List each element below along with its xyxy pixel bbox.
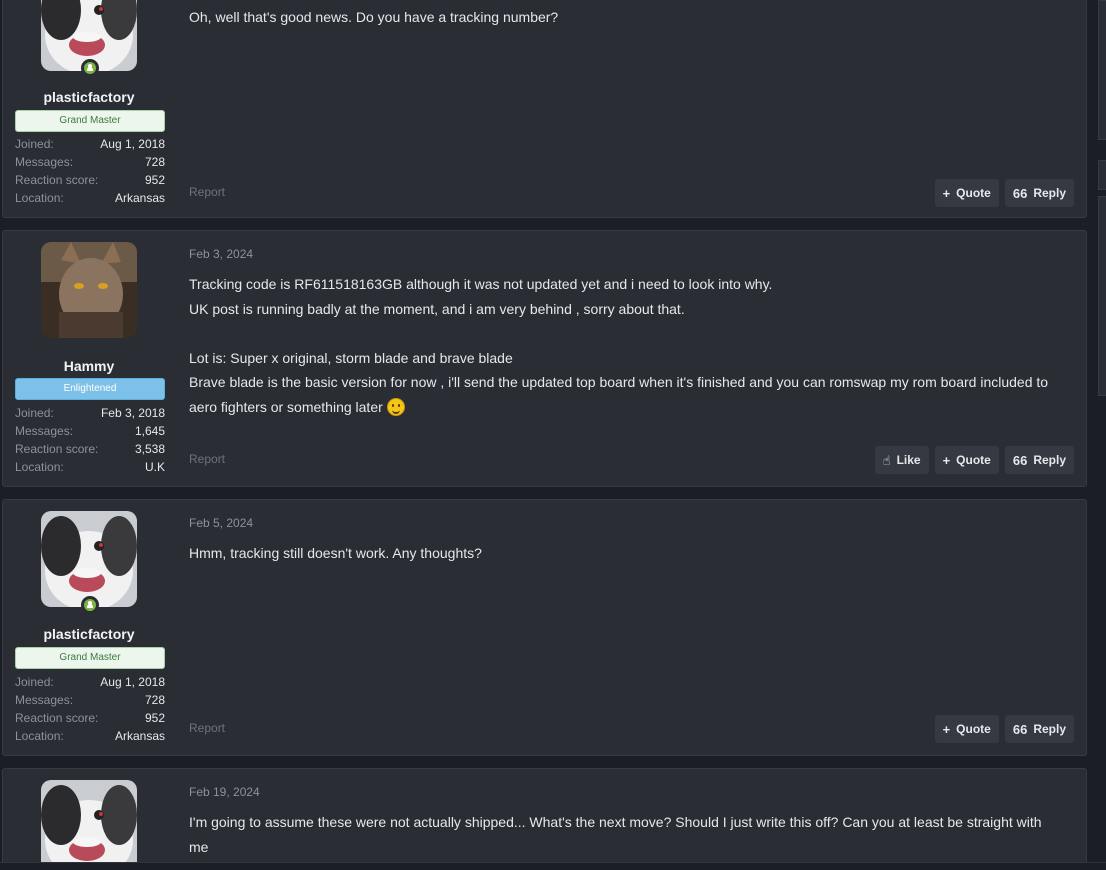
- right-edge-panel: [1098, 0, 1106, 870]
- quote-button[interactable]: + Quote: [934, 179, 999, 207]
- post-date[interactable]: Feb 5, 2024: [189, 516, 253, 530]
- post-line: Oh, well that's good news. Do you have a…: [189, 9, 559, 25]
- online-status-icon: [81, 596, 99, 614]
- post-line: Tracking code is RF611518163GB although …: [189, 276, 773, 292]
- avatar-cat-image: [41, 242, 137, 338]
- avatar[interactable]: [41, 242, 137, 338]
- user-info: plasticfactory Grand Master Joined: Aug 1…: [3, 0, 177, 217]
- post-actions: + Quote 66 Reply: [934, 715, 1074, 743]
- rank-badge: Grand Master: [15, 110, 165, 132]
- avatar[interactable]: [41, 511, 137, 607]
- report-link[interactable]: Report: [189, 452, 225, 466]
- report-link[interactable]: Report: [189, 185, 225, 199]
- post-date[interactable]: Feb 19, 2024: [189, 785, 260, 799]
- post-line: Hmm, tracking still doesn't work. Any th…: [189, 545, 482, 561]
- user-info: Hammy Enlightened Joined: Feb 3, 2018 Mes…: [3, 231, 177, 486]
- user-info: [3, 769, 177, 870]
- post-body: Oh, well that's good news. Do you have a…: [189, 5, 1062, 30]
- post-line: Brave blade is the basic version for now…: [189, 374, 1049, 390]
- stat-messages: Messages: 728: [15, 155, 165, 169]
- plus-icon: +: [942, 721, 951, 737]
- reply-button[interactable]: 66 Reply: [1004, 179, 1074, 207]
- rank-badge: Grand Master: [15, 647, 165, 669]
- quote-marks-icon: 66: [1012, 452, 1028, 468]
- quote-marks-icon: 66: [1012, 185, 1028, 201]
- avatar-dog-image: [41, 780, 137, 870]
- post-line-last: aero fighters or something later: [189, 395, 1062, 420]
- smile-emoji-icon: [386, 397, 405, 416]
- stat-location: Location: U.K: [15, 460, 165, 474]
- post-body: Tracking code is RF611518163GB although …: [189, 272, 1062, 419]
- side-panel-segment: [1098, 160, 1106, 190]
- stat-location: Location: Arkansas: [15, 191, 165, 205]
- post-line: [189, 321, 1062, 346]
- post-line: UK post is running badly at the moment, …: [189, 300, 685, 317]
- quote-button[interactable]: + Quote: [934, 446, 999, 474]
- side-panel-segment: [1098, 196, 1106, 396]
- online-status-icon: [81, 59, 99, 77]
- stat-joined: Joined: Feb 3, 2018: [15, 406, 165, 420]
- reply-button[interactable]: 66 Reply: [1004, 446, 1074, 474]
- post-4: Feb 19, 2024 I'm going to assume these w…: [2, 768, 1087, 870]
- username[interactable]: plasticfactory: [3, 89, 175, 105]
- user-info: plasticfactory Grand Master Joined: Aug 1…: [3, 500, 177, 755]
- post-3: plasticfactory Grand Master Joined: Aug 1…: [2, 499, 1087, 756]
- plus-icon: +: [942, 185, 951, 201]
- avatar-dog-image: [41, 511, 137, 607]
- side-panel-segment: [1098, 0, 1106, 140]
- stat-location: Location: Arkansas: [15, 729, 165, 743]
- rank-badge: Enlightened: [15, 378, 165, 400]
- plus-icon: +: [942, 452, 951, 468]
- username[interactable]: Hammy: [3, 358, 175, 374]
- stat-joined: Joined: Aug 1, 2018: [15, 137, 165, 151]
- reply-button[interactable]: 66 Reply: [1004, 715, 1074, 743]
- bottom-edge-bar: [0, 862, 1106, 870]
- post-date[interactable]: Feb 3, 2024: [189, 247, 253, 261]
- username[interactable]: plasticfactory: [3, 626, 175, 642]
- stat-reaction-score: Reaction score: 3,538: [15, 442, 165, 456]
- avatar[interactable]: [41, 780, 137, 870]
- post-actions: + Quote 66 Reply: [934, 179, 1074, 207]
- stat-reaction-score: Reaction score: 952: [15, 711, 165, 725]
- stat-messages: Messages: 728: [15, 693, 165, 707]
- report-link[interactable]: Report: [189, 721, 225, 735]
- post-line: I'm going to assume these were not actua…: [189, 814, 1042, 855]
- like-button[interactable]: ☝ Like: [874, 446, 929, 474]
- post-body: Hmm, tracking still doesn't work. Any th…: [189, 541, 1062, 566]
- post-actions: ☝ Like + Quote 66 Reply: [874, 446, 1074, 474]
- post-2: Hammy Enlightened Joined: Feb 3, 2018 Mes…: [2, 230, 1087, 487]
- stat-joined: Joined: Aug 1, 2018: [15, 675, 165, 689]
- quote-button[interactable]: + Quote: [934, 715, 999, 743]
- quote-marks-icon: 66: [1012, 721, 1028, 737]
- post-1: plasticfactory Grand Master Joined: Aug 1…: [2, 0, 1087, 218]
- post-line: Lot is: Super x original, storm blade an…: [189, 349, 513, 366]
- stat-messages: Messages: 1,645: [15, 424, 165, 438]
- post-body: I'm going to assume these were not actua…: [189, 810, 1062, 870]
- stat-reaction-score: Reaction score: 952: [15, 173, 165, 187]
- thumbs-up-icon: ☝: [882, 452, 891, 468]
